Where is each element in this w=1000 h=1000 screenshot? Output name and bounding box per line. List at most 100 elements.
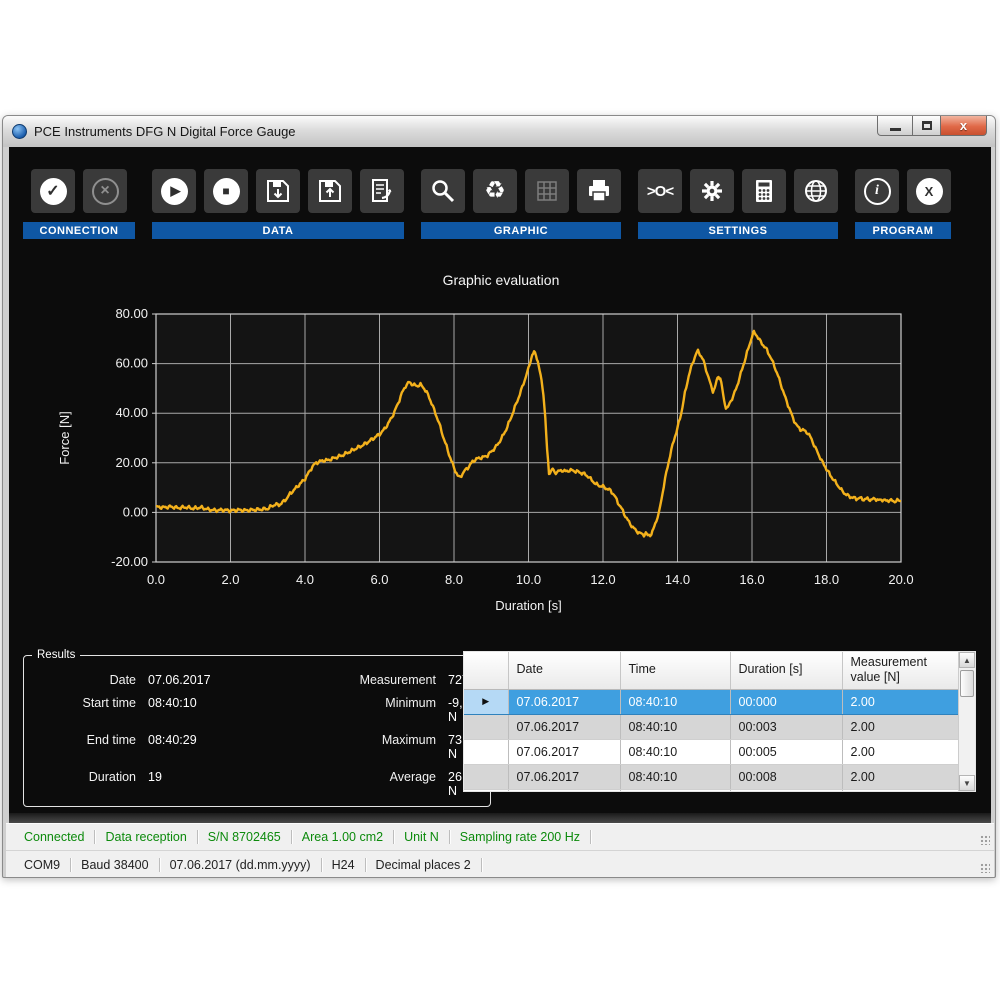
column-header[interactable]: Time [620,652,730,689]
stop-circle-icon: ■ [213,178,240,205]
table-row[interactable]: ▶07.06.201708:40:1000:0002.00 [464,689,960,714]
globe-icon [802,177,830,205]
row-selector[interactable] [464,789,508,792]
export-report-button[interactable] [360,169,404,213]
row-selector[interactable]: ▶ [464,689,508,714]
table-cell[interactable]: 00:000 [730,689,842,714]
toolbar-group-label: CONNECTION [23,222,135,239]
device-settings-button[interactable] [690,169,734,213]
table-cell[interactable]: 00:008 [730,764,842,789]
table-cell[interactable]: 2.00 [842,689,960,714]
table-cell[interactable]: 2.00 [842,714,960,739]
table-cell[interactable]: 08:40:10 [620,789,730,792]
toolbar-group-label: DATA [152,222,404,239]
print-button[interactable] [577,169,621,213]
magnifier-icon [429,177,457,205]
table-cell[interactable]: 08:40:10 [620,689,730,714]
title-bar[interactable]: PCE Instruments DFG N Digital Force Gaug… [3,116,995,147]
save-data-button[interactable] [256,169,300,213]
zoom-button[interactable] [421,169,465,213]
toolbar: ✓×CONNECTION▶■DATA♻GRAPHIC>O<SETTINGSiXP… [23,169,951,239]
row-selector[interactable] [464,764,508,789]
row-selector[interactable] [464,739,508,764]
column-header[interactable]: Duration [s] [730,652,842,689]
status-item: Data reception [95,830,197,844]
table-cell[interactable]: 2.00 [842,764,960,789]
calculator-icon [750,177,778,205]
toolbar-group-connection: ✓× CONNECTION [23,169,135,239]
table-row[interactable]: 07.06.201708:40:1000:0112.00 [464,789,960,792]
table-cell[interactable]: 08:40:10 [620,714,730,739]
results-panel: Results Date07.06.2017Measurement7274Sta… [23,649,491,807]
chart-title: Graphic evaluation [443,272,560,288]
connect-button[interactable]: ✓ [31,169,75,213]
x-tick-label: 16.0 [739,572,764,587]
exit-circle-icon: X [916,178,943,205]
x-tick-label: 8.0 [445,572,463,587]
force-chart[interactable]: Graphic evaluation80.0060.0040.0020.000.… [9,251,991,633]
y-axis-label: Force [N] [57,411,72,464]
x-tick-label: 12.0 [590,572,615,587]
row-selector[interactable] [464,714,508,739]
x-tick-label: 4.0 [296,572,314,587]
scroll-down-icon[interactable]: ▼ [959,775,975,791]
exit-button[interactable]: X [907,169,951,213]
result-value: 08:40:10 [148,696,306,724]
status-item: Unit N [394,830,450,844]
maximize-button[interactable] [913,116,941,136]
results-grid: Date07.06.2017Measurement7274Start time0… [24,661,490,798]
column-header[interactable]: Date [508,652,620,689]
table-cell[interactable]: 07.06.2017 [508,789,620,792]
scroll-up-icon[interactable]: ▲ [959,652,975,668]
calculator-button[interactable] [742,169,786,213]
table-cell[interactable]: 07.06.2017 [508,739,620,764]
start-measurement-button[interactable]: ▶ [152,169,196,213]
minimize-icon [890,128,901,131]
close-button[interactable]: x [941,116,987,136]
floppy-load-icon [316,177,344,205]
table-cell[interactable]: 08:40:10 [620,739,730,764]
row-header-column [464,652,508,689]
language-button[interactable] [794,169,838,213]
table-row[interactable]: 07.06.201708:40:1000:0032.00 [464,714,960,739]
result-label: Duration [38,770,136,798]
x-axis-label: Duration [s] [495,598,561,613]
status-item: Baud 38400 [71,858,159,872]
info-button[interactable]: i [855,169,899,213]
result-label: Maximum [318,733,436,761]
window-title: PCE Instruments DFG N Digital Force Gaug… [34,124,296,139]
x-tick-label: 2.0 [221,572,239,587]
table-row[interactable]: 07.06.201708:40:1000:0082.00 [464,764,960,789]
table-cell[interactable]: 2.00 [842,739,960,764]
x-tick-label: 10.0 [516,572,541,587]
table-cell[interactable]: 00:011 [730,789,842,792]
table-cell[interactable]: 00:005 [730,739,842,764]
table-cell[interactable]: 2.00 [842,789,960,792]
table-scrollbar[interactable]: ▲▼ [958,652,975,791]
table-cell[interactable]: 07.06.2017 [508,689,620,714]
stop-measurement-button[interactable]: ■ [204,169,248,213]
disconnect-button: × [83,169,127,213]
tare-button[interactable]: >O< [638,169,682,213]
x-tick-label: 20.0 [888,572,913,587]
status-bar-device: ConnectedData receptionS/N 8702465Area 1… [6,824,994,851]
y-tick-label: -20.00 [111,554,148,569]
table-cell[interactable]: 00:003 [730,714,842,739]
table-cell[interactable]: 07.06.2017 [508,714,620,739]
status-bars: ConnectedData receptionS/N 8702465Area 1… [6,823,994,877]
status-item: Connected [14,830,95,844]
column-header[interactable]: Measurement value [N] [842,652,960,689]
table-cell[interactable]: 07.06.2017 [508,764,620,789]
client-area: ✓×CONNECTION▶■DATA♻GRAPHIC>O<SETTINGSiXP… [9,147,991,813]
table-cell[interactable]: 08:40:10 [620,764,730,789]
scrollbar-thumb[interactable] [960,670,974,697]
refresh-button[interactable]: ♻ [473,169,517,213]
recycle-icon: ♻ [484,179,506,203]
y-tick-label: 80.00 [115,306,148,321]
minimize-button[interactable] [877,116,913,136]
result-label: End time [38,733,136,761]
table-row[interactable]: 07.06.201708:40:1000:0052.00 [464,739,960,764]
status-item: Area 1.00 cm2 [292,830,394,844]
toolbar-group-label: GRAPHIC [421,222,621,239]
load-data-button[interactable] [308,169,352,213]
